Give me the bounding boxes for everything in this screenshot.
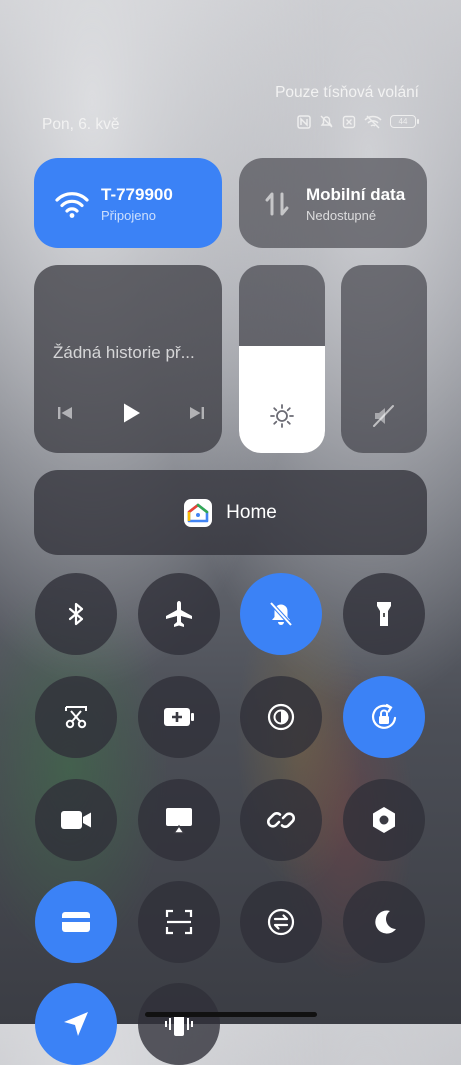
battery-icon: 44 [390, 115, 419, 128]
sync-toggle[interactable] [240, 881, 322, 963]
gesture-home-bar[interactable] [145, 1012, 317, 1017]
airplane-icon [166, 601, 192, 627]
media-title: Žádná historie př... [53, 343, 195, 362]
no-sim-icon [342, 115, 356, 128]
status-icons: 44 [297, 114, 419, 129]
volume-slider[interactable] [341, 265, 427, 453]
link-toggle[interactable] [240, 779, 322, 861]
battery-level: 44 [390, 115, 416, 128]
play-button[interactable] [119, 401, 143, 425]
bell-off-icon [269, 601, 293, 627]
location-arrow-icon [64, 1012, 88, 1036]
mobile-data-title: Mobilní data [306, 185, 406, 204]
hex-nut-icon [373, 807, 395, 833]
contrast-icon [267, 703, 295, 731]
volume-muted-icon [373, 405, 394, 427]
bluetooth-icon [68, 602, 84, 626]
location-toggle[interactable] [35, 983, 117, 1065]
brightness-fill [239, 345, 325, 453]
battery-plus-icon [164, 708, 194, 726]
cast-icon [166, 808, 192, 834]
google-home-tile[interactable]: Home [34, 470, 427, 555]
date-text: Pon, 6. kvě [42, 116, 120, 133]
rotation-lock-icon [372, 703, 397, 729]
scissors-icon [65, 706, 87, 729]
flashlight-icon [377, 602, 391, 626]
scan-icon [165, 909, 193, 935]
airplane-mode-toggle[interactable] [138, 573, 220, 655]
nfc-icon [297, 114, 311, 129]
battery-saver-toggle[interactable] [138, 676, 220, 758]
google-home-logo-icon [184, 498, 213, 527]
reading-mode-toggle[interactable] [240, 676, 322, 758]
skip-next-icon [190, 407, 204, 419]
vibrate-toggle[interactable] [138, 983, 220, 1065]
dark-mode-toggle[interactable] [343, 881, 425, 963]
sun-icon [270, 404, 294, 428]
mobile-data-status: Nedostupné [306, 208, 377, 223]
mobile-data-tile[interactable]: Mobilní data Nedostupné [239, 158, 427, 248]
screenshot-toggle[interactable] [35, 676, 117, 758]
wifi-tile[interactable]: T-779900 Připojeno [34, 158, 222, 248]
link-icon [266, 812, 296, 828]
silent-icon [320, 115, 333, 128]
media-controls [56, 401, 206, 425]
settings-hex-toggle[interactable] [343, 779, 425, 861]
wifi-network-name: T-779900 [101, 185, 173, 204]
emergency-calls-text: Pouze tísňová volání [275, 84, 419, 101]
wifi-status: Připojeno [101, 208, 156, 223]
scan-toggle[interactable] [138, 881, 220, 963]
play-icon [124, 403, 140, 423]
mobile-data-icon [265, 192, 289, 216]
next-track-button[interactable] [188, 404, 206, 422]
wallet-toggle[interactable] [35, 881, 117, 963]
bluetooth-toggle[interactable] [35, 573, 117, 655]
video-icon [61, 811, 91, 829]
sync-icon [267, 908, 295, 936]
flashlight-toggle[interactable] [343, 573, 425, 655]
brightness-slider[interactable] [239, 265, 325, 453]
skip-previous-icon [58, 407, 72, 419]
home-label: Home [226, 501, 277, 523]
video-record-toggle[interactable] [35, 779, 117, 861]
cast-toggle[interactable] [138, 779, 220, 861]
media-player-tile[interactable]: Žádná historie př... [34, 265, 222, 453]
silent-mode-toggle[interactable] [240, 573, 322, 655]
moon-icon [375, 910, 396, 934]
wifi-icon [55, 192, 89, 218]
rotation-lock-toggle[interactable] [343, 676, 425, 758]
card-icon [62, 912, 90, 932]
wifi-off-icon [364, 115, 382, 128]
previous-track-button[interactable] [56, 404, 74, 422]
